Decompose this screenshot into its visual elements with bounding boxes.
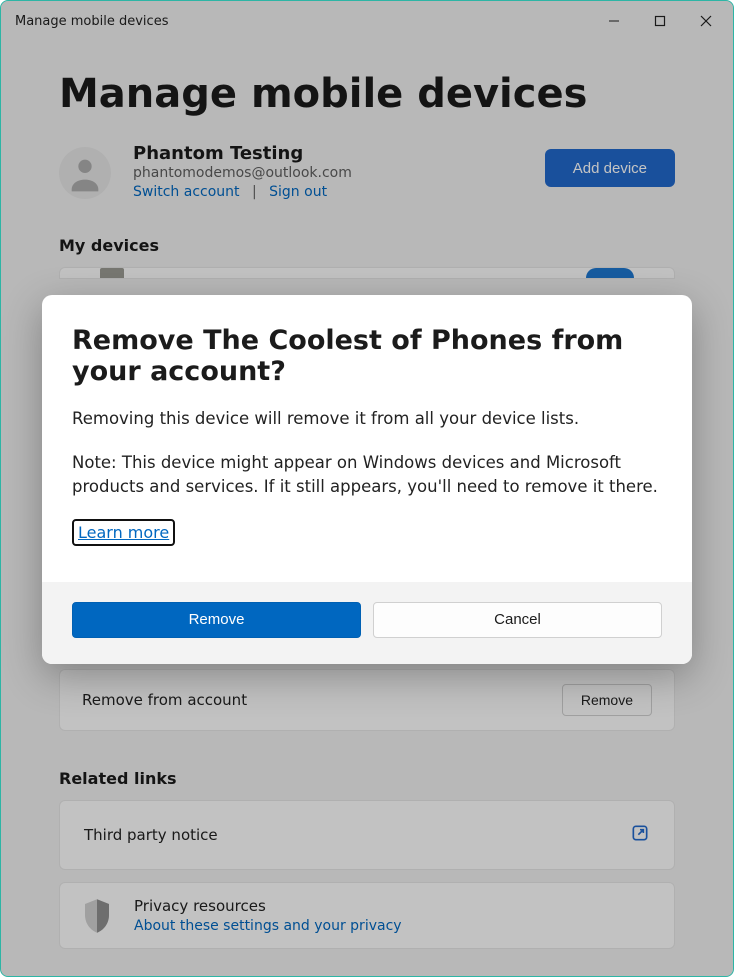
dialog-title: Remove The Coolest of Phones from your a… (72, 325, 662, 387)
app-window: Manage mobile devices Manage mobile devi… (0, 0, 734, 977)
dialog-text-1: Removing this device will remove it from… (72, 407, 662, 431)
dialog-footer: Remove Cancel (42, 582, 692, 664)
dialog-body: Remove The Coolest of Phones from your a… (42, 295, 692, 582)
dialog-text-2: Note: This device might appear on Window… (72, 451, 662, 499)
remove-device-dialog: Remove The Coolest of Phones from your a… (42, 295, 692, 664)
dialog-cancel-button[interactable]: Cancel (373, 602, 662, 638)
modal-scrim: Remove The Coolest of Phones from your a… (1, 1, 733, 976)
dialog-remove-button[interactable]: Remove (72, 602, 361, 638)
learn-more-link[interactable]: Learn more (72, 519, 175, 546)
